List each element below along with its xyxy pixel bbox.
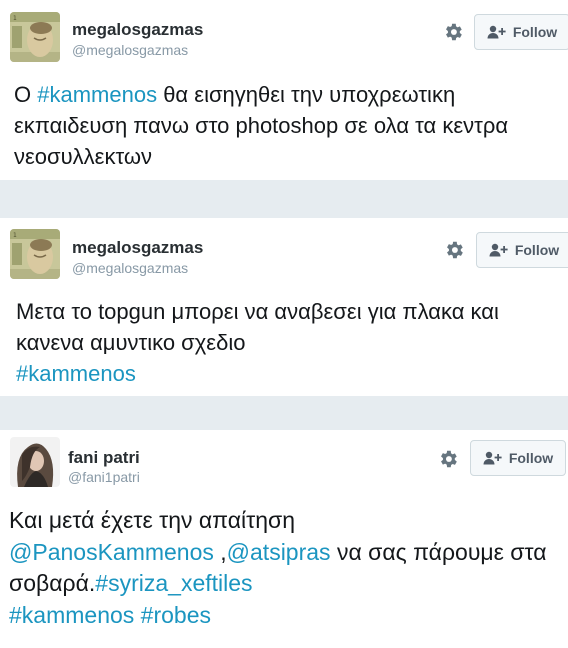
gear-icon[interactable] [442,21,464,43]
follow-user-icon [487,25,507,39]
drachma-banknote-avatar[interactable] [10,229,60,279]
follow-label: Follow [512,24,558,40]
tweet-text-segment: Μετα το topgun μπορει να αναβεσει για πλ… [16,299,499,355]
tweet-text-segment: , [213,538,227,565]
tweet-text-segment: Και μετά έχετε την απαίτηση [9,507,295,533]
author-name[interactable]: megalosgazmas [72,20,203,40]
tweet-card: megalosgazmas @megalosgazmas Follow Ο #k… [0,0,568,180]
drachma-banknote-avatar[interactable] [10,12,60,62]
tweet-card: fani patri @fani1patri Follow Και μετά έ… [0,430,568,648]
gear-icon[interactable] [443,239,465,261]
mention-link[interactable]: @atsipras [227,539,331,565]
mention-link[interactable]: @PanosKammenos [9,539,214,565]
author-name[interactable]: fani patri [68,448,140,468]
tweet-text-segment: Ο [14,82,38,107]
follow-user-icon [489,243,509,257]
follow-user-icon [483,451,503,465]
follow-label: Follow [514,242,560,258]
hashtag-link[interactable]: #kammenos [37,82,157,107]
author-name[interactable]: megalosgazmas [72,238,203,258]
hashtag-link[interactable]: #robes [141,602,211,628]
hashtag-link[interactable]: #kammenos [16,361,136,386]
author-handle[interactable]: @megalosgazmas [72,42,188,58]
tweet-text: Ο #kammenos θα εισηγηθει την υποχρεωτικη… [14,79,559,172]
tweet-text: Και μετά έχετε την απαίτηση @PanosKammen… [9,505,559,631]
gear-icon[interactable] [437,448,459,470]
follow-button[interactable]: Follow [476,232,568,268]
hashtag-link[interactable]: #syriza_xeftiles [95,570,252,596]
tweet-card: megalosgazmas @megalosgazmas Follow Μετα… [0,218,568,396]
author-handle[interactable]: @megalosgazmas [72,260,188,276]
follow-label: Follow [508,450,554,466]
author-handle[interactable]: @fani1patri [68,469,140,485]
hashtag-link[interactable]: #kammenos [9,602,134,628]
follow-button[interactable]: Follow [474,14,568,50]
woman-portrait-avatar[interactable] [10,437,60,487]
follow-button[interactable]: Follow [470,440,566,476]
tweet-text: Μετα το topgun μπορει να αναβεσει για πλ… [16,296,561,389]
